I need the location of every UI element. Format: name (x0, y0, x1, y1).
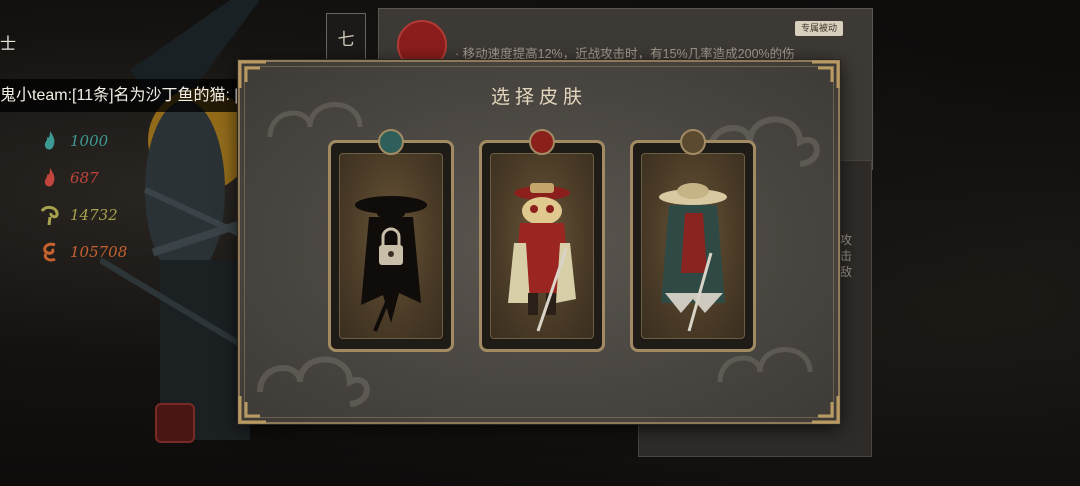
skin-card-straw-hat[interactable] (630, 129, 756, 352)
game-scene: 士 鬼小team:[11条]名为沙丁鱼的猫: [动画表情] 1000 687 1… (0, 0, 1080, 486)
swirl-icon (43, 242, 56, 262)
stat-teal-flame: 1000 (38, 122, 127, 159)
skin-card-red-masked[interactable] (479, 129, 605, 352)
currency-stats: 1000 687 14732 105708 (38, 122, 127, 270)
stat-value: 105708 (70, 242, 128, 261)
side-text: 攻击敌 (840, 233, 853, 279)
stat-red-flame: 687 (38, 159, 127, 196)
chapter-tag: 七 (326, 13, 366, 67)
soul-icon (40, 205, 59, 225)
stat-value: 14732 (70, 205, 118, 224)
passive-badge: 专属被动 (795, 21, 844, 36)
red-flame-icon (44, 167, 55, 187)
locked-silhouette (355, 196, 427, 332)
dialog-title: 选择皮肤 (490, 86, 587, 108)
teal-flame-icon (44, 130, 55, 150)
stat-value: 687 (70, 168, 99, 187)
stat-swirl: 105708 (38, 233, 127, 270)
chat-line: 士 (0, 36, 17, 53)
stat-value: 1000 (70, 131, 109, 150)
skin-select-dialog: 选择皮肤 (238, 60, 840, 424)
stat-soul: 14732 (38, 196, 127, 233)
skin-emblem-icon (680, 129, 706, 155)
straw-hat-character (659, 183, 727, 332)
clan-emblem-icon[interactable] (155, 403, 195, 443)
skin-emblem-icon (378, 129, 404, 155)
skin-card-locked[interactable] (328, 129, 454, 352)
corner-ornament (238, 396, 266, 424)
corner-ornament (812, 396, 840, 424)
skin-emblem-icon (529, 129, 555, 155)
red-masked-character (508, 183, 576, 332)
